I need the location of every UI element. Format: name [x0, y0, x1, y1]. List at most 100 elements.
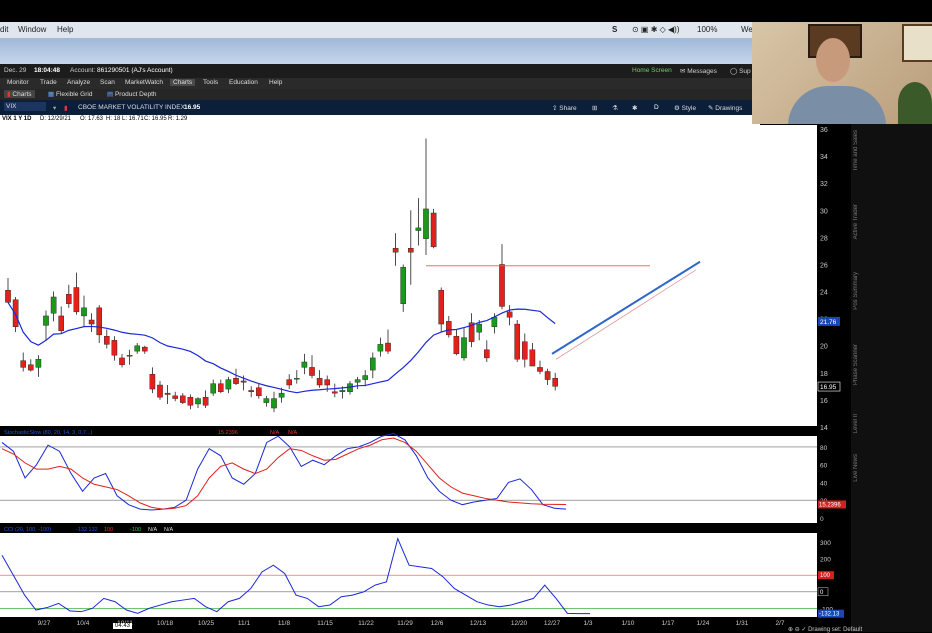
chart-title: VIX 1 Y 1D — [2, 116, 32, 122]
drawings-label: Drawings — [715, 105, 743, 112]
tab-charts[interactable]: Charts — [170, 79, 196, 86]
candle-body — [5, 289, 11, 303]
candle-body — [438, 289, 445, 325]
candle-body — [43, 315, 49, 326]
candle-body — [20, 360, 27, 368]
candle-body — [81, 307, 87, 317]
candle-body — [50, 296, 57, 314]
sidebar-label[interactable]: Time and Sales — [853, 130, 859, 171]
stoch-legend-bar — [0, 426, 817, 436]
webcam-overlay — [752, 22, 932, 124]
tab-trade[interactable]: Trade — [37, 79, 60, 86]
tab-scan[interactable]: Scan — [97, 79, 118, 86]
candle-body — [248, 390, 255, 392]
stoch-na1: N/A — [270, 430, 280, 436]
price-axis-label: 34 — [820, 154, 828, 161]
candle-body — [240, 380, 247, 383]
tab-monitor[interactable]: Monitor — [4, 79, 32, 86]
subtab-flexible-grid[interactable]: ▦ Flexible Grid — [48, 90, 92, 98]
bar-close: C: 16.95 — [144, 116, 167, 122]
candle-body — [58, 315, 64, 332]
candle-body — [88, 319, 95, 325]
time-axis-label: 11/29 — [397, 620, 413, 627]
cci-axis-label: 200 — [820, 557, 831, 564]
candle-body — [552, 378, 558, 387]
candle-body — [499, 264, 505, 307]
candle-body — [408, 247, 414, 253]
tab-education[interactable]: Education — [226, 79, 261, 86]
bar-range: R: 1.29 — [168, 116, 188, 122]
subtab-charts[interactable]: ▮ Charts — [4, 90, 35, 98]
settings-icon[interactable]: ✱ — [632, 104, 637, 112]
cci-legend: CCI (20, 100, -100) — [4, 527, 51, 533]
studies-icon[interactable]: ⚗ — [612, 104, 618, 112]
symbol-input[interactable]: VIX — [4, 102, 47, 111]
candle-body — [28, 364, 34, 371]
home-screen-button[interactable]: Home Screen — [632, 67, 672, 74]
screenshot-icon[interactable]: ⊞ — [592, 104, 597, 112]
candle-body — [103, 336, 110, 345]
share-button[interactable]: ⇪ Share — [552, 104, 577, 112]
sidebar-label[interactable]: Level II — [853, 414, 859, 433]
cci-legend-bar — [0, 523, 817, 533]
style-label: Style — [681, 105, 697, 112]
battery-label: 100% — [697, 25, 718, 34]
price-axis-label: 16 — [820, 398, 828, 405]
candle-body — [73, 287, 80, 313]
date: Dec. 29 — [4, 67, 27, 74]
tab-help[interactable]: Help — [266, 79, 285, 86]
price-axis-label: 36 — [820, 127, 828, 134]
period-select[interactable]: D — [654, 104, 659, 111]
candle-body — [233, 378, 239, 384]
candle-body — [286, 379, 293, 386]
candle-body — [119, 357, 125, 365]
price-axis-label: 14 — [820, 425, 828, 432]
subtab-product-depth[interactable]: ▤ Product Depth — [107, 90, 157, 98]
candle-body — [362, 375, 369, 380]
cci-tag: -132.13 — [819, 612, 840, 618]
sidebar-label[interactable]: Pos Summary — [853, 272, 859, 310]
candle-body — [172, 395, 179, 399]
price-chart[interactable]: 36343230282624222018161421.7616.959/2710… — [0, 125, 851, 632]
price-pane — [0, 125, 817, 426]
candle-body — [126, 355, 133, 357]
time-axis-label: 11/1 — [238, 620, 251, 627]
candle-body — [187, 397, 194, 406]
candle-body — [202, 397, 209, 406]
link-icon[interactable]: ▮ — [64, 104, 68, 112]
stoch-axis-label: 40 — [820, 480, 828, 487]
candle-body — [324, 379, 331, 386]
menu-help[interactable]: Help — [57, 25, 73, 34]
menu-window[interactable]: Window — [18, 25, 46, 34]
sidebar-label[interactable]: Active Trader — [853, 204, 859, 239]
candle-body — [263, 398, 270, 403]
subtab-product-depth-label: Product Depth — [114, 91, 157, 98]
candle-body — [354, 379, 361, 383]
right-sidebar: Time and Sales Active Trader Pos Summary… — [851, 124, 932, 632]
dropdown-icon[interactable]: ▾ — [53, 104, 56, 112]
time-axis-label: 10/4 — [77, 620, 90, 627]
sidebar-label[interactable]: Live News — [853, 454, 859, 482]
account-select[interactable]: 861290501 (AJ's Account) — [97, 67, 173, 74]
menu-edit[interactable]: dit — [0, 25, 8, 34]
stoch-pane — [0, 436, 817, 523]
time-axis-label: 12/6 — [431, 620, 444, 627]
support-button[interactable]: ◯ Sup — [730, 67, 751, 75]
messages-button[interactable]: ✉ Messages — [680, 67, 717, 75]
stoch-na2: N/A — [288, 430, 298, 436]
tab-marketwatch[interactable]: MarketWatch — [122, 79, 166, 86]
price-axis-label: 32 — [820, 181, 828, 188]
candle-body — [309, 367, 315, 376]
candle-body — [423, 208, 429, 239]
candle-body — [225, 379, 232, 390]
candle-body — [332, 391, 338, 394]
drawings-button[interactable]: ✎ Drawings — [708, 104, 742, 112]
status-icons[interactable]: ⊙ ▣ ✱ ◇ ◀)) — [632, 25, 680, 34]
cci-axis-label: 300 — [820, 540, 831, 547]
tab-analyze[interactable]: Analyze — [64, 79, 93, 86]
script-icon[interactable]: S — [612, 25, 617, 34]
sidebar-label[interactable]: Phase Scanner — [853, 344, 859, 385]
tab-tools[interactable]: Tools — [200, 79, 221, 86]
candle-body — [316, 378, 323, 386]
style-button[interactable]: ⚙ Style — [674, 104, 696, 112]
